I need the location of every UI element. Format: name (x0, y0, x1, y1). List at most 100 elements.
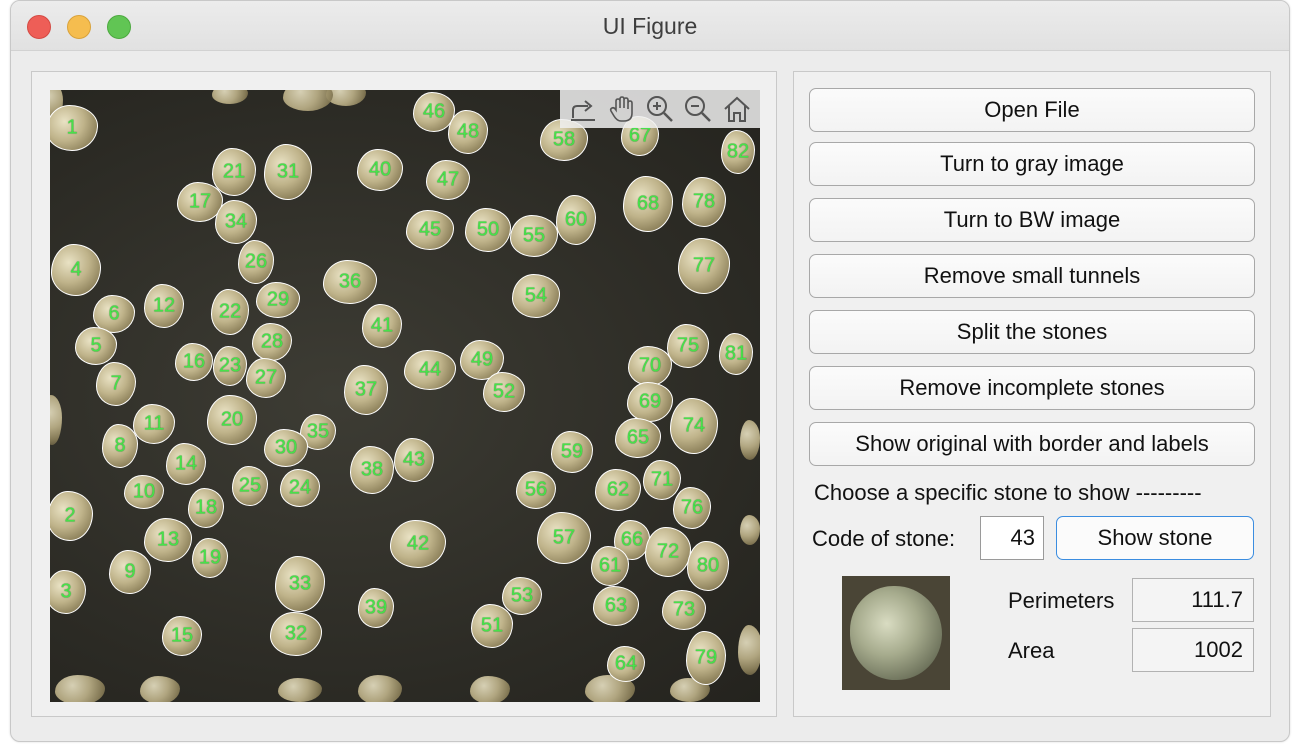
edge-stone (740, 515, 760, 545)
stone-label: 24 (288, 476, 312, 499)
stone-label: 19 (198, 546, 222, 569)
stone-label: 2 (64, 504, 76, 527)
axes-toolbar (560, 90, 760, 128)
stone-label: 23 (218, 354, 242, 377)
stone-label: 41 (370, 314, 394, 337)
stone-label: 49 (470, 348, 494, 371)
stone-label: 39 (364, 596, 388, 619)
stone-label: 18 (194, 496, 218, 519)
open-file-button[interactable]: Open File (809, 88, 1255, 132)
stone-label: 48 (456, 120, 480, 143)
edge-stone (740, 420, 760, 460)
stone-label: 65 (626, 426, 650, 449)
show-original-button[interactable]: Show original with border and labels (809, 422, 1255, 466)
stone-label: 12 (152, 294, 176, 317)
image-panel: 1 21 31 40 46 48 58 67 82 17 34 47 45 50 55 60 68 78 26 4 36… (31, 71, 777, 717)
stone-label: 46 (422, 100, 446, 123)
stone-label: 57 (552, 526, 576, 549)
stone-label: 77 (692, 254, 716, 277)
stone-label: 16 (182, 350, 206, 373)
stone-label: 75 (676, 334, 700, 357)
stone-label: 52 (492, 380, 516, 403)
edge-stone (738, 625, 760, 675)
stone-label: 7 (110, 372, 122, 395)
export-icon[interactable] (566, 92, 600, 126)
stone-label: 17 (188, 190, 212, 213)
stone-label: 80 (696, 554, 720, 577)
stone-label: 81 (724, 342, 748, 365)
stone-label: 51 (480, 614, 504, 637)
perimeters-label: Perimeters (1008, 588, 1115, 613)
stone-label: 37 (354, 378, 378, 401)
home-icon[interactable] (720, 92, 754, 126)
pan-hand-icon[interactable] (605, 92, 639, 126)
edge-stone (283, 90, 333, 111)
stone-label: 35 (306, 420, 330, 443)
remove-tunnels-button[interactable]: Remove small tunnels (809, 254, 1255, 298)
edge-stone (55, 675, 105, 702)
stone-label: 61 (598, 554, 622, 577)
stone-label: 79 (694, 646, 718, 669)
stone-label: 64 (614, 652, 638, 675)
stone-label: 15 (170, 624, 194, 647)
edge-stone (140, 676, 180, 702)
stone-label: 31 (276, 160, 300, 183)
stone-label: 60 (564, 208, 588, 231)
stone-label: 71 (650, 468, 674, 491)
stone-label: 62 (606, 478, 630, 501)
split-stones-button[interactable]: Split the stones (809, 310, 1255, 354)
remove-incomplete-button[interactable]: Remove incomplete stones (809, 366, 1255, 410)
stone-label: 43 (402, 448, 426, 471)
stone-label: 45 (418, 218, 442, 241)
perimeters-value: 111.7 (1132, 578, 1254, 622)
zoom-out-icon[interactable] (681, 92, 715, 126)
app-window: UI Figure 1 21 31 40 46 48 58 67 82 17 34 47 45 50 55 6… (10, 0, 1290, 742)
stone-label: 36 (338, 270, 362, 293)
stone-label: 5 (90, 334, 102, 357)
stone-label: 26 (244, 250, 268, 273)
stone-label: 44 (418, 358, 442, 381)
show-stone-button[interactable]: Show stone (1056, 516, 1254, 560)
image-axes[interactable]: 1 21 31 40 46 48 58 67 82 17 34 47 45 50 55 60 68 78 26 4 36… (50, 90, 760, 702)
stone-label: 8 (114, 434, 126, 457)
bw-image-button[interactable]: Turn to BW image (809, 198, 1255, 242)
edge-stone (212, 90, 248, 104)
stone-thumbnail (842, 576, 950, 690)
stone-label: 14 (174, 452, 198, 475)
stone-label: 28 (260, 330, 284, 353)
stone-label: 40 (368, 158, 392, 181)
stone-label: 53 (510, 584, 534, 607)
stone-label: 50 (476, 218, 500, 241)
stone-label: 30 (274, 436, 298, 459)
stone-label: 72 (656, 540, 680, 563)
stone-label: 25 (238, 474, 262, 497)
title-bar: UI Figure (11, 1, 1289, 51)
area-value: 1002 (1132, 628, 1254, 672)
stone-label: 47 (436, 168, 460, 191)
edge-stone (470, 676, 510, 702)
stone-label: 11 (143, 412, 165, 435)
zoom-in-icon[interactable] (643, 92, 677, 126)
stone-label: 34 (224, 210, 248, 233)
stone-label: 55 (522, 224, 546, 247)
stone-label: 63 (604, 594, 628, 617)
code-label: Code of stone: (812, 526, 956, 551)
stone-label: 32 (284, 622, 308, 645)
gray-image-button[interactable]: Turn to gray image (809, 142, 1255, 186)
edge-stone (278, 678, 322, 702)
code-of-stone-input[interactable] (980, 516, 1044, 560)
controls-panel: Open File Turn to gray image Turn to BW … (793, 71, 1271, 717)
choose-stone-heading: Choose a specific stone to show --------… (814, 480, 1202, 505)
stone-label: 13 (156, 528, 180, 551)
stone-label: 29 (266, 288, 290, 311)
stone-label: 82 (726, 140, 750, 163)
stone-label: 66 (620, 528, 644, 551)
stone-label: 1 (66, 116, 78, 139)
stone-label: 42 (406, 532, 430, 555)
stone-label: 22 (218, 300, 242, 323)
stone-label: 56 (524, 478, 548, 501)
edge-stone (358, 675, 402, 702)
stone-label: 33 (288, 572, 312, 595)
stone-label: 6 (108, 302, 120, 325)
stone-label: 73 (672, 598, 696, 621)
